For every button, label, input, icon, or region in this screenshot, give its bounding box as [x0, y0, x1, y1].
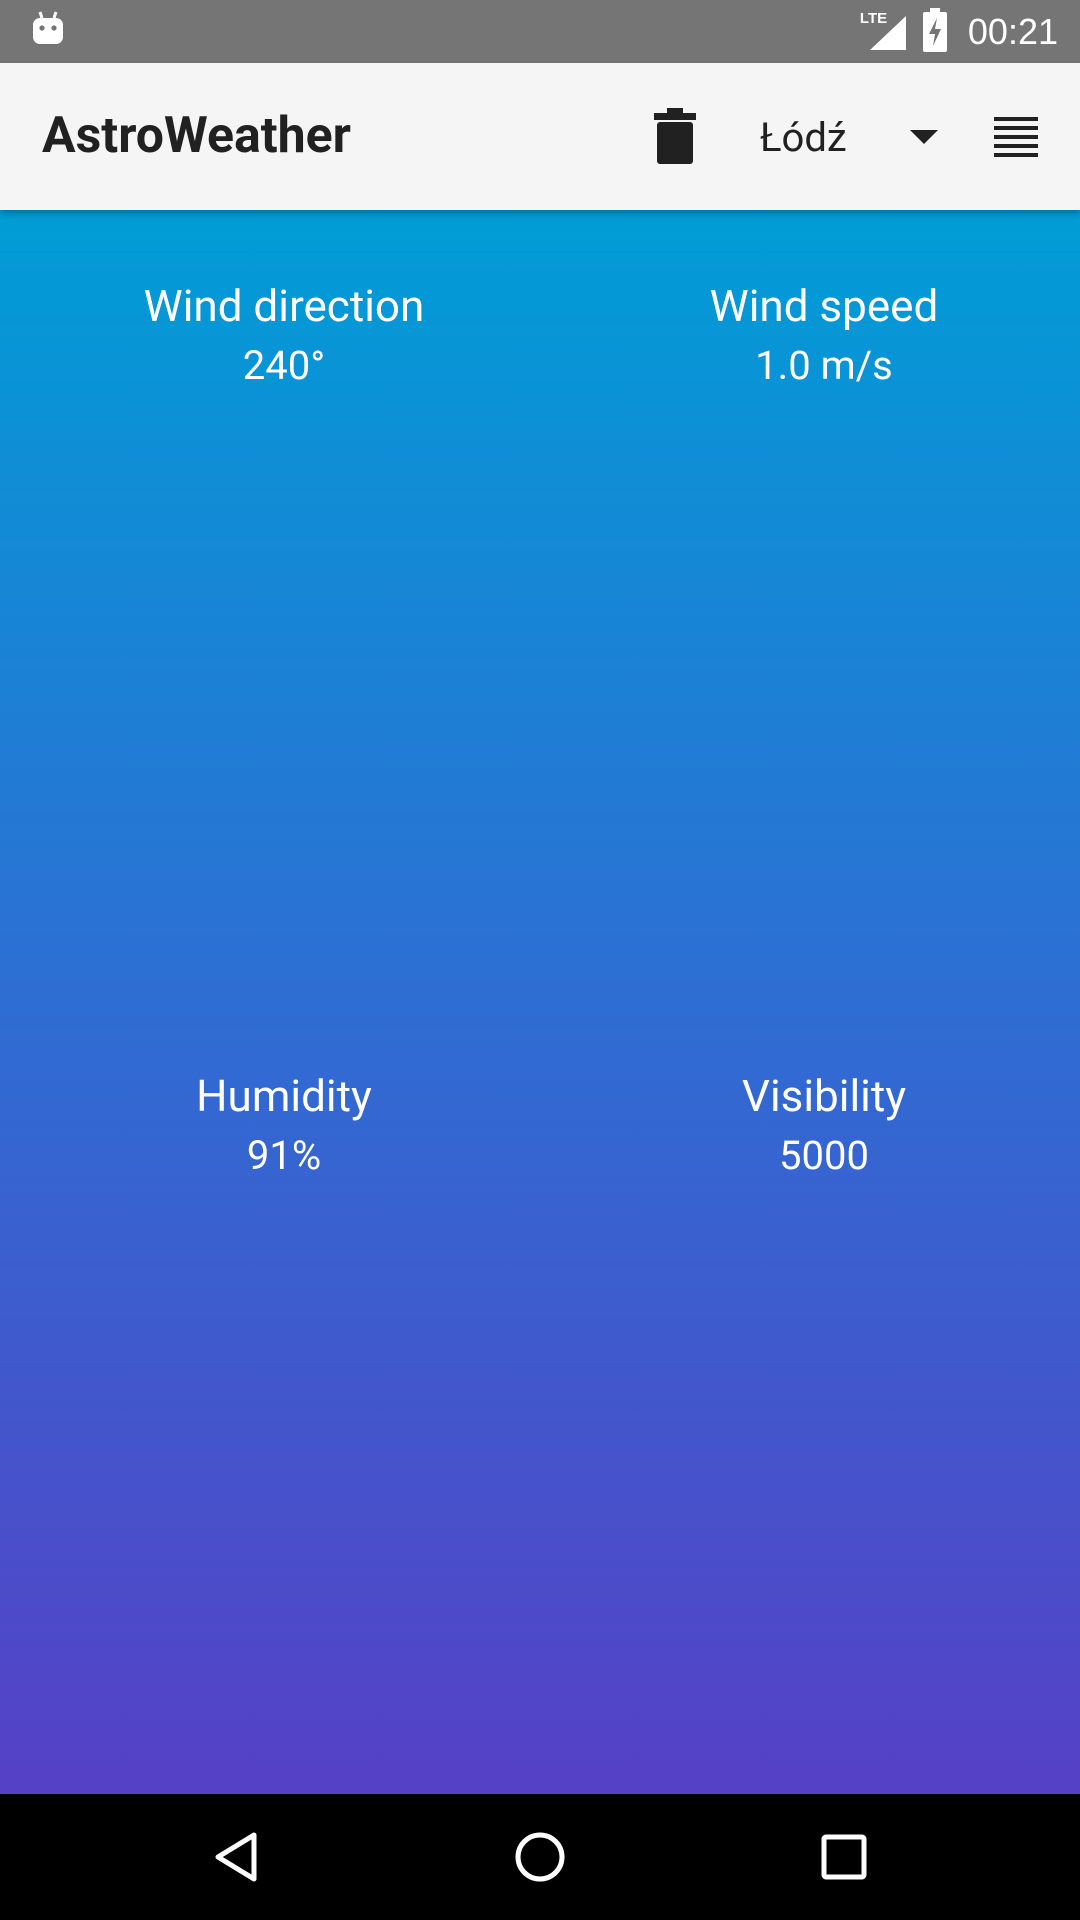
recents-button[interactable]	[814, 1827, 874, 1887]
recents-icon	[821, 1834, 867, 1880]
navigation-bar	[0, 1794, 1080, 1920]
humidity-label: Humidity	[196, 1070, 372, 1122]
wind-direction-value: 240°	[242, 342, 326, 389]
wind-direction-cell: Wind direction 240°	[14, 278, 554, 394]
status-time: 00:21	[967, 10, 1058, 52]
humidity-cell: Humidity 91%	[14, 1068, 554, 1184]
app-title: AstroWeather	[42, 107, 351, 165]
wind-speed-label: Wind speed	[709, 280, 939, 332]
selected-city: Łódź	[760, 113, 847, 161]
dropdown-arrow-icon	[910, 130, 938, 144]
delete-city-button[interactable]	[652, 108, 698, 164]
city-dropdown[interactable]: Łódź	[740, 98, 950, 176]
weather-panel: Wind direction 240° Wind speed 1.0 m/s H…	[0, 210, 1080, 1794]
home-icon	[515, 1832, 565, 1882]
app-bar: AstroWeather Łódź	[0, 63, 1080, 210]
signal-icon: LTE	[860, 10, 908, 54]
wind-direction-label: Wind direction	[143, 280, 425, 332]
wind-speed-cell: Wind speed 1.0 m/s	[554, 278, 1080, 394]
humidity-value: 91%	[246, 1132, 322, 1179]
home-button[interactable]	[510, 1827, 570, 1887]
menu-button[interactable]	[992, 115, 1040, 159]
visibility-value: 5000	[779, 1132, 869, 1179]
wind-speed-value: 1.0 m/s	[755, 342, 893, 389]
menu-list-icon	[994, 117, 1038, 157]
battery-charging-icon	[922, 7, 948, 56]
android-debug-icon	[30, 10, 66, 50]
back-button[interactable]	[206, 1827, 266, 1887]
back-icon	[215, 1832, 257, 1882]
visibility-label: Visibility	[741, 1070, 907, 1122]
trash-icon	[654, 108, 696, 164]
visibility-cell: Visibility 5000	[554, 1068, 1080, 1184]
status-bar: LTE 00:21	[0, 0, 1080, 63]
